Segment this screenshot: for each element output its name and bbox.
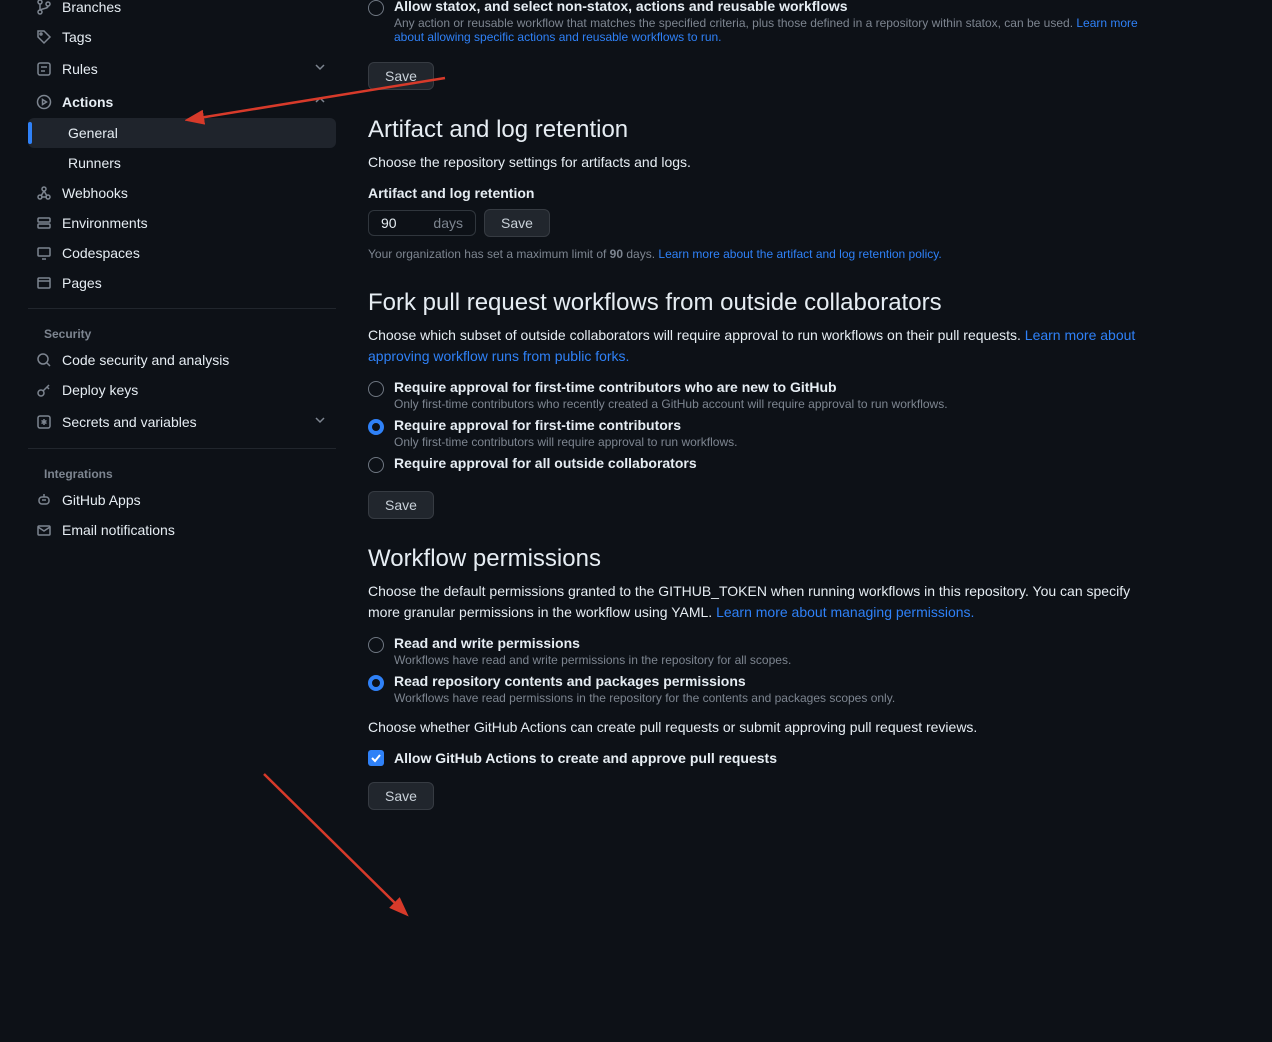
sidebar-label: Runners [68, 155, 121, 171]
learn-more-link[interactable]: Learn more about the artifact and log re… [658, 247, 941, 261]
chevron-down-icon [312, 412, 328, 431]
sidebar-item-actions[interactable]: Actions [28, 85, 336, 118]
sidebar-item-general[interactable]: General [28, 118, 336, 148]
radio-read-write[interactable] [368, 637, 384, 653]
option-desc: Workflows have read permissions in the r… [394, 691, 895, 705]
checkbox-label: Allow GitHub Actions to create and appro… [394, 750, 777, 766]
option-desc: Any action or reusable workflow that mat… [394, 16, 1148, 44]
chevron-up-icon [312, 92, 328, 111]
sidebar-item-runners[interactable]: Runners [28, 148, 336, 178]
save-button[interactable]: Save [368, 62, 434, 90]
sidebar-label: Environments [62, 215, 148, 231]
webhook-icon [36, 185, 52, 201]
main-content: Allow statox, and select non-statox, act… [352, 0, 1172, 810]
sidebar-item-rules[interactable]: Rules [28, 52, 336, 85]
sidebar-item-codespaces[interactable]: Codespaces [28, 238, 336, 268]
save-button[interactable]: Save [368, 491, 434, 519]
option-label: Require approval for first-time contribu… [394, 417, 737, 433]
option-desc: Only first-time contributors who recentl… [394, 397, 948, 411]
section-desc: Choose the default permissions granted t… [368, 581, 1148, 623]
sidebar-item-branches[interactable]: Branches [28, 0, 336, 22]
section-desc: Choose which subset of outside collabora… [368, 325, 1148, 367]
radio-first-time-new[interactable] [368, 381, 384, 397]
sidebar-item-webhooks[interactable]: Webhooks [28, 178, 336, 208]
option-desc: Only first-time contributors will requir… [394, 435, 737, 449]
pr-desc: Choose whether GitHub Actions can create… [368, 717, 1148, 738]
unit-label: days [433, 215, 463, 231]
divider [28, 448, 336, 449]
branch-icon [36, 0, 52, 15]
section-title-fork: Fork pull request workflows from outside… [368, 289, 1148, 317]
sidebar-label: Deploy keys [62, 382, 138, 398]
divider [28, 308, 336, 309]
option-label: Require approval for first-time contribu… [394, 379, 948, 395]
save-button[interactable]: Save [368, 782, 434, 810]
sidebar-item-pages[interactable]: Pages [28, 268, 336, 298]
sidebar-label: Actions [62, 94, 113, 110]
sidebar-label: Webhooks [62, 185, 128, 201]
section-title-retention: Artifact and log retention [368, 116, 1148, 144]
option-label: Read and write permissions [394, 635, 791, 651]
retention-input-wrapper: days [368, 210, 476, 236]
key-icon [36, 382, 52, 398]
radio-all-outside[interactable] [368, 457, 384, 473]
browser-icon [36, 275, 52, 291]
mail-icon [36, 522, 52, 538]
sidebar-item-email[interactable]: Email notifications [28, 515, 336, 545]
sidebar-label: Code security and analysis [62, 352, 229, 368]
codespaces-icon [36, 245, 52, 261]
save-button[interactable]: Save [484, 209, 550, 237]
sidebar-label: Secrets and variables [62, 414, 197, 430]
play-icon [36, 94, 52, 110]
retention-days-input[interactable] [381, 215, 421, 231]
hubot-icon [36, 492, 52, 508]
sidebar-label: Branches [62, 0, 121, 15]
sidebar-label: Email notifications [62, 522, 175, 538]
sidebar-item-github-apps[interactable]: GitHub Apps [28, 485, 336, 515]
chevron-down-icon [312, 59, 328, 78]
server-icon [36, 215, 52, 231]
checkbox-allow-pr[interactable] [368, 750, 384, 766]
option-label: Allow statox, and select non-statox, act… [394, 0, 1148, 14]
field-label: Artifact and log retention [368, 185, 1148, 201]
sidebar-label: Codespaces [62, 245, 140, 261]
asterisk-icon [36, 414, 52, 430]
sidebar-label: Pages [62, 275, 102, 291]
radio-first-time[interactable] [368, 419, 384, 435]
option-label: Require approval for all outside collabo… [394, 455, 697, 471]
codescan-icon [36, 352, 52, 368]
sidebar-label: Rules [62, 61, 98, 77]
sidebar-item-deploy-keys[interactable]: Deploy keys [28, 375, 336, 405]
retention-footer: Your organization has set a maximum limi… [368, 245, 1148, 263]
sidebar-heading-integrations: Integrations [28, 459, 336, 485]
tag-icon [36, 29, 52, 45]
sidebar-label: General [68, 125, 118, 141]
radio-allow-select[interactable] [368, 0, 384, 16]
radio-read-only[interactable] [368, 675, 384, 691]
sidebar-label: Tags [62, 29, 92, 45]
section-desc: Choose the repository settings for artif… [368, 152, 1148, 173]
section-title-workflow: Workflow permissions [368, 545, 1148, 573]
sidebar-item-code-security[interactable]: Code security and analysis [28, 345, 336, 375]
sidebar-heading-security: Security [28, 319, 336, 345]
option-label: Read repository contents and packages pe… [394, 673, 895, 689]
sidebar-label: GitHub Apps [62, 492, 141, 508]
learn-more-link[interactable]: Learn more about managing permissions. [716, 604, 974, 620]
sidebar-item-environments[interactable]: Environments [28, 208, 336, 238]
sidebar-item-tags[interactable]: Tags [28, 22, 336, 52]
rules-icon [36, 61, 52, 77]
option-desc: Workflows have read and write permission… [394, 653, 791, 667]
settings-sidebar: Branches Tags Rules Actions General Runn… [0, 0, 352, 810]
sidebar-item-secrets[interactable]: Secrets and variables [28, 405, 336, 438]
